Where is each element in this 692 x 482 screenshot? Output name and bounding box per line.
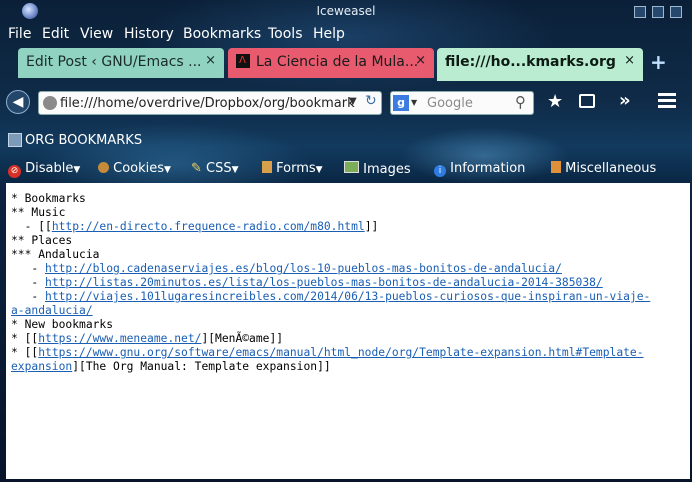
bookmark-link[interactable]: expansion [11, 360, 72, 373]
globe-icon [43, 96, 57, 110]
misc-icon [551, 161, 561, 173]
bookmark-link[interactable]: a-andalucia/ [11, 304, 93, 317]
menu-bar: File Edit View History Bookmarks Tools H… [0, 24, 692, 46]
org-text: ][MenÃ©ame]] [201, 332, 284, 345]
wd-css[interactable]: ✎ CSS▼ [191, 161, 239, 176]
org-line: ** Music [11, 206, 66, 219]
bookmark-link[interactable]: http://en-directo.frequence-radio.com/m8… [52, 220, 365, 233]
maximize-icon[interactable] [652, 6, 664, 18]
disable-icon: ⊘ [8, 165, 21, 178]
url-dropdown-icon[interactable]: ▼ [349, 96, 357, 107]
engine-dropdown-icon[interactable]: ▼ [411, 98, 417, 107]
wd-label: Cookies [113, 161, 165, 176]
url-bar[interactable]: file:///home/overdrive/Dropbox/org/bookm… [38, 91, 382, 115]
tab-label: file:///ho...kmarks.org [445, 54, 616, 70]
org-text: ]] [364, 220, 379, 233]
title-bar[interactable]: Iceweasel [0, 0, 692, 24]
org-text: * [[ [11, 332, 39, 345]
wd-label: Disable [25, 161, 74, 176]
browser-window: Iceweasel File Edit View History Bookmar… [0, 0, 692, 482]
tab-org-bookmarks[interactable]: file:///ho...kmarks.org × [437, 48, 643, 81]
search-icon[interactable]: ⚲ [515, 93, 526, 111]
url-text[interactable]: file:///home/overdrive/Dropbox/org/bookm… [60, 96, 355, 111]
wd-cookies[interactable]: Cookies▼ [98, 161, 171, 176]
org-text: - [11, 276, 46, 289]
tab-label: La Ciencia de la Mula... [256, 54, 419, 70]
wd-information[interactable]: i Information [434, 161, 525, 177]
bookmark-link[interactable]: https://www.gnu.org/software/emacs/manua… [38, 346, 643, 359]
forms-icon [262, 161, 272, 173]
wd-label: Miscellaneous [565, 161, 657, 176]
org-text: ][The Org Manual: Template expansion]] [72, 360, 331, 373]
page-content: * Bookmarks ** Music - [[http://en-direc… [6, 183, 690, 479]
bookmark-org-bookmarks[interactable]: ORG BOOKMARKS [25, 133, 142, 148]
search-placeholder[interactable]: Google [427, 96, 473, 111]
tab-label: Edit Post ‹ GNU/Emacs ... [26, 54, 202, 70]
cookie-icon [98, 162, 109, 173]
wd-forms[interactable]: Forms▼ [262, 161, 323, 176]
org-line: * Bookmarks [11, 192, 86, 205]
window-title: Iceweasel [316, 4, 376, 18]
menu-history[interactable]: History [124, 26, 174, 42]
bookmark-link[interactable]: https://www.meneame.net/ [38, 332, 201, 345]
org-text: - [11, 290, 46, 303]
org-text: * [[ [11, 346, 39, 359]
new-tab-button[interactable]: + [650, 50, 667, 74]
close-window-icon[interactable] [670, 6, 682, 18]
image-icon [344, 161, 359, 173]
org-line: ** Places [11, 234, 73, 247]
bookmarks-toolbar: ORG BOOKMARKS [0, 130, 692, 152]
menu-help[interactable]: Help [313, 26, 345, 42]
tab-close-icon[interactable]: × [624, 53, 635, 68]
menu-bookmarks[interactable]: Bookmarks [183, 26, 261, 42]
menu-view[interactable]: View [80, 26, 113, 42]
tab-edit-post[interactable]: Edit Post ‹ GNU/Emacs ... × [18, 48, 224, 78]
org-line: * New bookmarks [11, 318, 114, 331]
bookmark-link[interactable]: http://viajes.101lugaresincreibles.com/2… [45, 290, 650, 303]
wd-label: Images [363, 162, 411, 177]
tab-strip: Edit Post ‹ GNU/Emacs ... × Λ La Ciencia… [0, 46, 692, 81]
bookmark-star-icon[interactable]: ★ [547, 91, 563, 112]
wd-label: CSS [206, 161, 232, 176]
bookmark-link[interactable]: http://blog.cadenaserviajes.es/blog/los-… [45, 262, 562, 275]
hamburger-menu-icon[interactable] [658, 92, 676, 108]
back-arrow-icon[interactable]: ◀ [6, 90, 30, 114]
tab-ciencia-mula[interactable]: Λ La Ciencia de la Mula... × [228, 48, 434, 78]
reload-icon[interactable]: ↻ [365, 93, 377, 109]
menu-edit[interactable]: Edit [42, 26, 69, 42]
site-favicon-icon: Λ [236, 54, 250, 68]
wd-miscellaneous[interactable]: Miscellaneous [551, 161, 656, 176]
folder-icon [8, 133, 22, 147]
wd-label: Forms [276, 161, 316, 176]
org-text: - [[ [11, 220, 52, 233]
search-bar[interactable]: g ▼ Google ⚲ [390, 91, 534, 115]
menu-file[interactable]: File [8, 26, 31, 42]
google-icon[interactable]: g [393, 95, 409, 111]
menu-tools[interactable]: Tools [268, 26, 303, 42]
wd-label: Information [450, 161, 526, 176]
org-document: * Bookmarks ** Music - [[http://en-direc… [6, 183, 690, 374]
bookmarks-menu-icon[interactable] [579, 94, 595, 108]
navigation-bar: ◀ file:///home/overdrive/Dropbox/org/boo… [0, 82, 692, 122]
org-line: *** Andalucia [11, 248, 100, 261]
tab-close-icon[interactable]: × [205, 53, 216, 68]
css-icon: ✎ [191, 161, 202, 176]
info-icon: i [434, 165, 446, 177]
tab-close-icon[interactable]: × [415, 53, 426, 68]
web-developer-toolbar: ⊘ Disable▼ Cookies▼ ✎ CSS▼ Forms▼ Images… [0, 157, 692, 183]
wd-images[interactable]: Images [344, 161, 411, 177]
wd-disable[interactable]: ⊘ Disable▼ [8, 161, 80, 178]
bookmark-link[interactable]: http://listas.20minutos.es/lista/los-pue… [45, 276, 603, 289]
minimize-icon[interactable] [634, 6, 646, 18]
org-text: - [11, 262, 46, 275]
overflow-chevron-icon[interactable]: » [619, 90, 631, 111]
